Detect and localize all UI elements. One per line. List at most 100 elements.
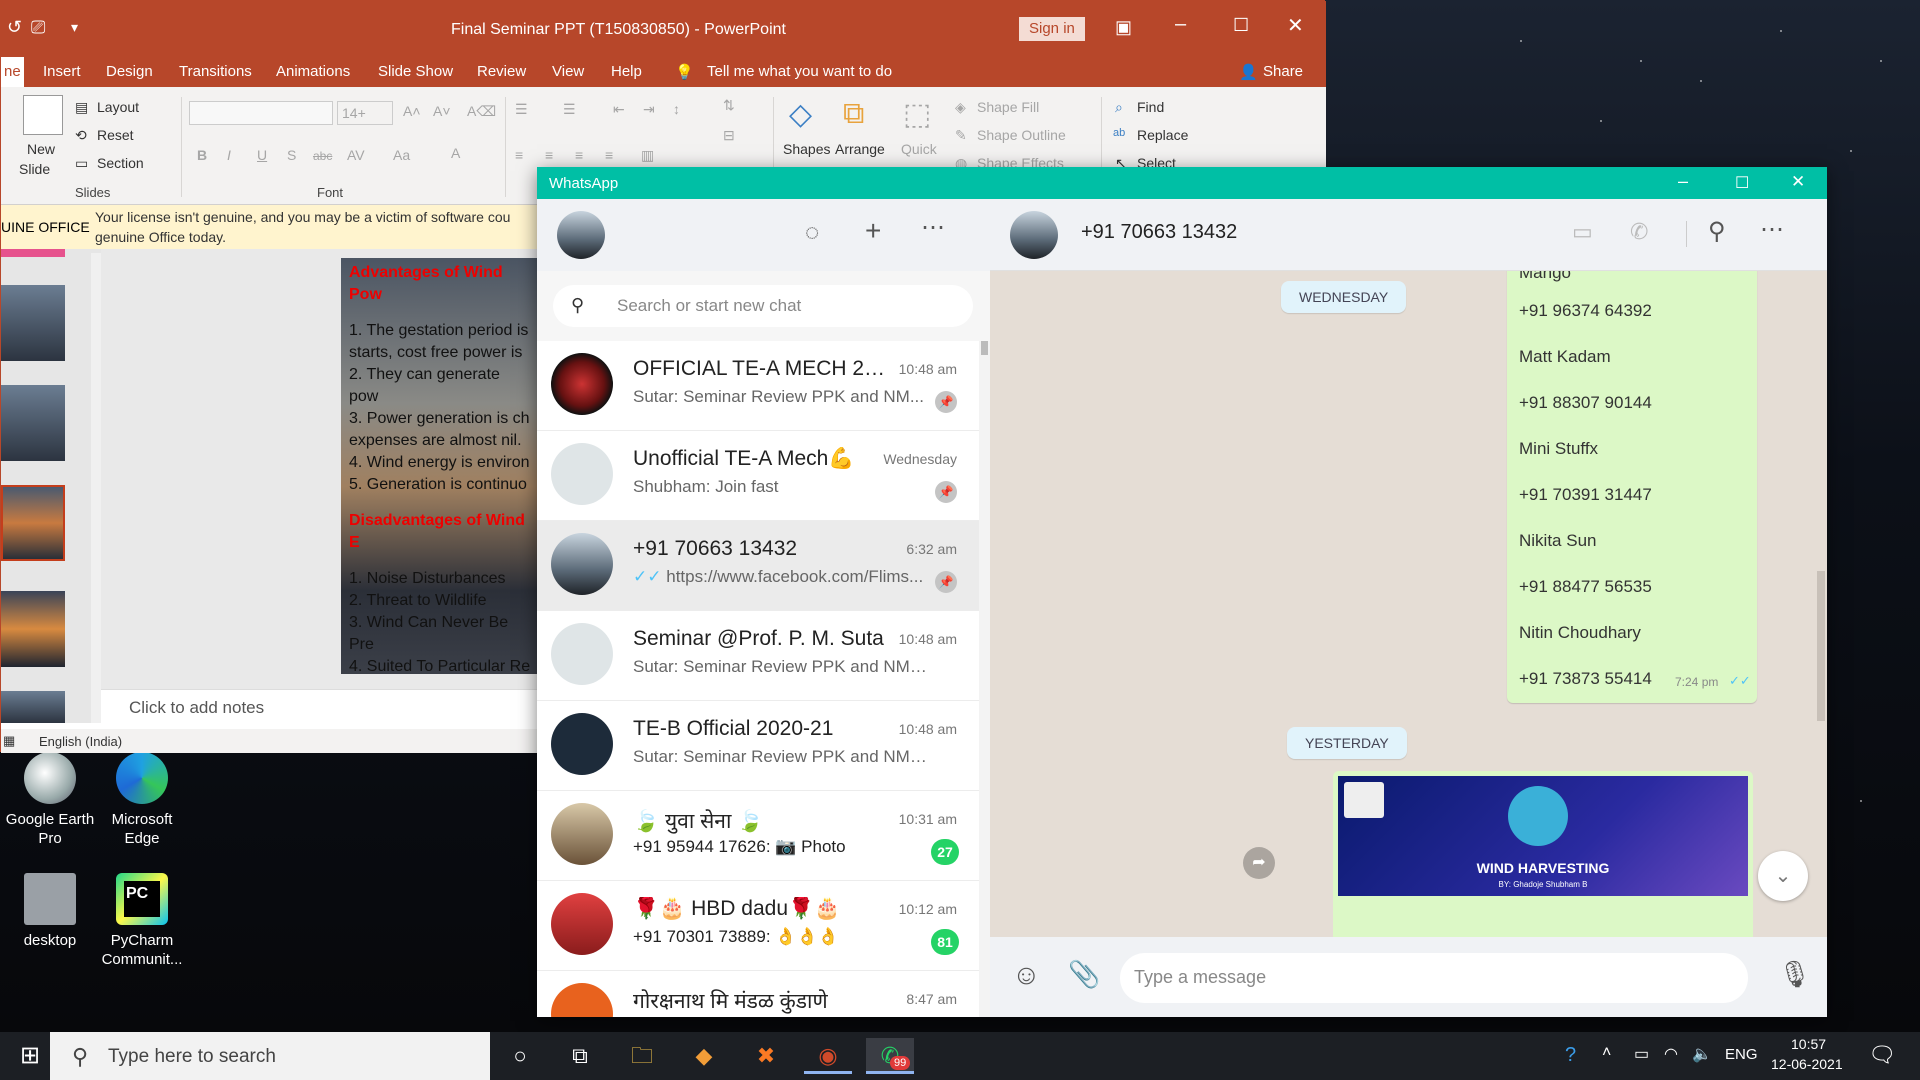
indent-icon[interactable]: ⇤ <box>613 101 625 118</box>
task-view-icon[interactable]: ⧉ <box>556 1038 604 1074</box>
shape-outline-button[interactable]: Shape Outline <box>977 127 1066 143</box>
customize-qat-icon[interactable]: ▾ <box>71 19 78 36</box>
tab-view[interactable]: View <box>552 63 584 80</box>
find-button[interactable]: Find <box>1137 99 1164 115</box>
clear-format-icon[interactable]: A⌫ <box>467 103 496 120</box>
chat-item-selected[interactable]: +91 70663 13432 6:32 am ✓✓ https://www.f… <box>537 521 979 611</box>
tab-insert[interactable]: Insert <box>43 63 81 80</box>
quick-styles-icon[interactable]: ⬚ <box>903 97 931 132</box>
shadow-button[interactable]: S <box>287 147 296 163</box>
powerpoint-taskbar-icon[interactable]: ◉ <box>804 1038 852 1074</box>
bullets-icon[interactable]: ☰ <box>515 101 528 118</box>
tab-help[interactable]: Help <box>611 63 642 80</box>
share-button[interactable]: Share <box>1263 63 1303 80</box>
align-left-icon[interactable]: ≡ <box>515 147 523 163</box>
align-right-icon[interactable]: ≡ <box>575 147 583 163</box>
shapes-button[interactable]: Shapes <box>783 141 830 157</box>
volume-icon[interactable]: 🔈 <box>1692 1044 1712 1064</box>
language-status[interactable]: English (India) <box>39 734 122 749</box>
slide-thumbnail[interactable] <box>1 591 65 667</box>
taskbar-search[interactable]: ⚲ Type here to search <box>50 1032 490 1080</box>
new-chat-icon[interactable]: + <box>865 215 881 247</box>
scroll-thumb[interactable] <box>981 341 988 355</box>
cortana-icon[interactable]: ○ <box>496 1038 544 1074</box>
justify-icon[interactable]: ≡ <box>605 147 613 163</box>
windows-start-icon[interactable]: ⊞ <box>6 1038 54 1074</box>
shrink-font-icon[interactable]: A˅ <box>433 103 451 119</box>
chat-item[interactable]: गोरक्षनाथ मि मंडळ कुंडाणे 8:47 am <box>537 971 979 1017</box>
current-slide[interactable]: Advantages of Wind Pow 1. The gestation … <box>341 258 541 674</box>
text-direction-icon[interactable]: ⇅ <box>723 97 735 114</box>
spellcheck-icon[interactable]: ▦ <box>3 733 15 749</box>
sublime-icon[interactable]: ◆ <box>680 1038 728 1074</box>
slide-thumbnail[interactable] <box>1 285 65 361</box>
replace-button[interactable]: Replace <box>1137 127 1188 143</box>
chat-item[interactable]: Seminar @Prof. P. M. Suta 10:48 am Sutar… <box>537 611 979 701</box>
chat-item[interactable]: TE-B Official 2020-21 10:48 am Sutar: Se… <box>537 701 979 791</box>
align-center-icon[interactable]: ≡ <box>545 147 553 163</box>
show-hidden-icons[interactable]: ˄ <box>1602 1044 1611 1062</box>
close-icon[interactable]: ✕ <box>1791 172 1805 192</box>
numbering-icon[interactable]: ☰ <box>563 101 576 118</box>
bold-button[interactable]: B <box>197 147 207 163</box>
desktop-icon-google-earth[interactable]: Google Earth Pro <box>0 752 100 848</box>
new-slide-icon[interactable] <box>23 95 63 135</box>
change-case-icon[interactable]: Aa <box>393 147 410 163</box>
slide-thumbnail[interactable] <box>1 385 65 461</box>
minimize-icon[interactable]: – <box>1175 13 1186 36</box>
font-name-box[interactable] <box>189 101 333 125</box>
clock-time[interactable]: 10:57 <box>1791 1036 1826 1052</box>
search-input[interactable]: ⚲ Search or start new chat <box>553 285 973 327</box>
video-call-icon[interactable]: ▭ <box>1572 219 1593 245</box>
italic-button[interactable]: I <box>227 147 231 163</box>
chat-list-scrollbar[interactable] <box>979 341 990 1017</box>
tab-animations[interactable]: Animations <box>276 63 350 80</box>
outdent-icon[interactable]: ⇥ <box>643 101 655 118</box>
search-icon[interactable]: ⚲ <box>1708 217 1726 246</box>
chat-item[interactable]: 🍃 युवा सेना 🍃 10:31 am +91 95944 17626: … <box>537 791 979 881</box>
arrange-icon[interactable]: ⧉ <box>843 97 864 131</box>
more-options-icon[interactable]: ⋯ <box>1760 215 1784 244</box>
status-icon[interactable]: ◌ <box>805 219 819 247</box>
desktop-icon-desktop[interactable]: desktop <box>0 873 100 950</box>
char-spacing-icon[interactable]: AV <box>347 147 365 163</box>
microphone-icon[interactable]: 🎙 <box>1778 959 1811 990</box>
forward-icon[interactable]: ➦ <box>1243 847 1275 879</box>
message-bubble-outgoing[interactable]: Mango +91 96374 64392 Matt Kadam +91 883… <box>1507 271 1757 703</box>
message-image[interactable]: WIND HARVESTING BY: Ghadoje Shubham B <box>1338 776 1748 896</box>
tab-review[interactable]: Review <box>477 63 526 80</box>
messages-scrollbar[interactable] <box>1817 571 1825 721</box>
align-text-icon[interactable]: ⊟ <box>723 127 735 144</box>
slide-thumbnail-selected[interactable] <box>1 485 65 561</box>
notes-pane[interactable]: Click to add notes <box>101 689 541 723</box>
maximize-icon[interactable]: ☐ <box>1735 173 1749 193</box>
line-spacing-icon[interactable]: ↕ <box>673 101 680 117</box>
tab-design[interactable]: Design <box>106 63 153 80</box>
voice-call-icon[interactable]: ✆ <box>1630 219 1648 245</box>
minimize-icon[interactable]: – <box>1678 171 1688 192</box>
contact-name[interactable]: +91 70663 13432 <box>1081 221 1237 244</box>
autosave-icon[interactable]: ↺ <box>7 17 22 38</box>
battery-icon[interactable]: ▭ <box>1634 1044 1649 1064</box>
desktop-icon-pycharm[interactable]: PC PyCharm Communit... <box>92 873 192 969</box>
font-color-icon[interactable]: A <box>451 145 460 161</box>
scroll-down-icon[interactable]: ⌄ <box>1758 851 1808 901</box>
arrange-button[interactable]: Arrange <box>835 141 885 157</box>
present-icon[interactable]: ⎚ <box>31 17 45 38</box>
chat-item[interactable]: Unofficial TE-A Mech💪 Wednesday Shubham:… <box>537 431 979 521</box>
reset-button[interactable]: Reset <box>97 127 134 143</box>
section-button[interactable]: Section <box>97 155 144 171</box>
slide-thumbnail[interactable] <box>1 691 65 723</box>
chat-item[interactable]: 🌹🎂 HBD dadu🌹🎂 10:12 am +91 70301 73889: … <box>537 881 979 971</box>
input-language[interactable]: ENG <box>1725 1046 1758 1063</box>
shapes-icon[interactable]: ◇ <box>789 97 812 132</box>
tab-transitions[interactable]: Transitions <box>179 63 252 80</box>
quick-styles-button[interactable]: Quick <box>901 141 937 157</box>
close-icon[interactable]: ✕ <box>1287 13 1304 38</box>
ribbon-display-icon[interactable]: ▣ <box>1115 17 1132 38</box>
clock-date[interactable]: 12-06-2021 <box>1771 1056 1843 1072</box>
maximize-icon[interactable]: ☐ <box>1233 15 1249 36</box>
emoji-icon[interactable]: ☺ <box>1012 959 1041 991</box>
strikethrough-button[interactable]: abc <box>313 149 332 163</box>
desktop-icon-edge[interactable]: Microsoft Edge <box>92 752 192 848</box>
